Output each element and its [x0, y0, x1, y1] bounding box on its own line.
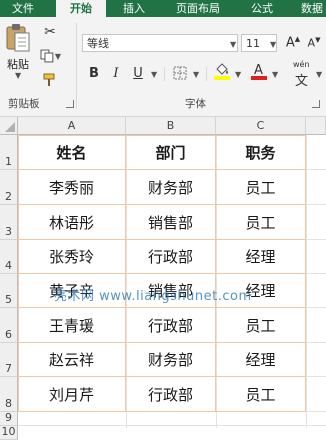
divider [164, 67, 165, 81]
tab-page-layout[interactable]: 页面布局 [166, 0, 230, 17]
column-header-c[interactable]: C [216, 117, 306, 135]
decrease-font-size-button[interactable]: A▼ [304, 34, 324, 52]
increase-font-size-button[interactable]: A▲ [283, 34, 303, 52]
font-color-button[interactable]: A [249, 62, 269, 80]
font-name-dropdown-icon[interactable]: ▼ [230, 40, 236, 49]
phonetic-dropdown-icon[interactable]: ▼ [316, 70, 322, 79]
table-cell[interactable]: 行政部 [126, 308, 216, 343]
table-cell[interactable]: 销售部 [126, 205, 216, 240]
row-header-8[interactable]: 8 [0, 377, 18, 412]
gridline [306, 135, 307, 428]
table-cell[interactable]: 行政部 [126, 240, 216, 274]
borders-dropdown-icon[interactable]: ▼ [193, 70, 199, 79]
italic-button[interactable]: I [106, 64, 126, 82]
borders-icon [173, 66, 187, 80]
paste-label: 粘贴 [7, 58, 29, 71]
underline-icon: U [133, 65, 143, 81]
table-cell[interactable]: 刘月芹 [18, 377, 126, 412]
header-cell[interactable]: 部门 [126, 135, 216, 170]
font-color-icon: A [251, 63, 267, 80]
row-header-1[interactable]: 1 [0, 135, 18, 170]
row-header-6[interactable]: 6 [0, 308, 18, 343]
phonetic-guide-icon: 文 [295, 74, 309, 89]
tab-formulas[interactable]: 公式 [240, 0, 284, 17]
table-cell[interactable]: 林语彤 [18, 205, 126, 240]
table-cell[interactable]: 员工 [216, 170, 306, 205]
worksheet-grid: A B C 1 2 3 4 5 6 7 8 9 10 姓名 部门 职务 李秀丽 财务部 员工 林语彤 销售部 员工 张秀玲行… [0, 117, 326, 440]
phonetic-guide-icon-label: wén [293, 60, 310, 69]
svg-text:A: A [254, 63, 263, 78]
ribbon-home-panel: 粘贴 ▼ ✂ ▼ 剪贴板 等线 ▼ 11 ▼ A▲ A▼ B I U ▼ ▼ ▼… [0, 17, 326, 117]
group-separator [76, 23, 77, 109]
gridline [18, 425, 326, 426]
row-header-5[interactable]: 5 [0, 274, 18, 308]
table-cell[interactable]: 赵云祥 [18, 343, 126, 377]
font-group-label: 字体 [185, 98, 206, 110]
clipboard-dialog-launcher[interactable] [66, 100, 74, 108]
increase-font-icon: A▲ [285, 35, 301, 51]
borders-button[interactable] [170, 64, 190, 82]
underline-dropdown-icon[interactable]: ▼ [151, 70, 157, 79]
paste-button[interactable]: 粘贴 ▼ [4, 23, 32, 83]
table-cell[interactable]: 王青瑗 [18, 308, 126, 343]
table-cell[interactable]: 财务部 [126, 343, 216, 377]
table-cell[interactable]: 经理 [216, 240, 306, 274]
table-cell[interactable]: 经理 [216, 343, 306, 377]
header-cell[interactable]: 职务 [216, 135, 306, 170]
font-color-dropdown-icon[interactable]: ▼ [272, 70, 278, 79]
column-header-filler [306, 117, 326, 135]
fill-color-dropdown-icon[interactable]: ▼ [235, 70, 241, 79]
table-cell[interactable]: 员工 [216, 377, 306, 412]
paste-icon [6, 24, 30, 52]
table-cell[interactable]: 行政部 [126, 377, 216, 412]
tab-insert[interactable]: 插入 [112, 0, 156, 17]
tab-home[interactable]: 开始 [56, 0, 106, 17]
underline-button[interactable]: U [128, 64, 148, 82]
table-cell[interactable]: 李秀丽 [18, 170, 126, 205]
table-cell[interactable]: 员工 [216, 205, 306, 240]
table-cell[interactable]: 财务部 [126, 170, 216, 205]
row-header-7[interactable]: 7 [0, 343, 18, 377]
ribbon-tab-bar: 文件 开始 插入 页面布局 公式 数据 [0, 0, 326, 17]
paste-dropdown-icon: ▼ [15, 71, 22, 80]
font-size-dropdown-icon[interactable]: ▼ [270, 40, 276, 49]
row-header-4[interactable]: 4 [0, 240, 18, 274]
italic-icon: I [113, 65, 119, 81]
decrease-font-icon: A▼ [307, 36, 321, 50]
select-all-corner[interactable] [0, 117, 18, 135]
font-name-box[interactable]: 等线 [82, 34, 238, 52]
copy-icon [40, 49, 54, 63]
column-header-a[interactable]: A [18, 117, 126, 135]
font-size-value: 11 [246, 37, 260, 50]
fill-bucket-icon [214, 63, 230, 80]
phonetic-guide-button[interactable]: wén 文 [290, 60, 316, 89]
fill-color-button[interactable] [212, 62, 232, 80]
tab-file[interactable]: 文件 [0, 0, 46, 17]
row-header-9[interactable]: 9 [0, 411, 18, 426]
divider [206, 67, 207, 81]
cut-button[interactable]: ✂ [40, 23, 60, 41]
select-all-triangle-icon [5, 122, 15, 132]
column-header-b[interactable]: B [126, 117, 216, 135]
format-painter-button[interactable] [40, 71, 60, 89]
format-painter-icon [43, 73, 55, 86]
clipboard-group-label: 剪贴板 [8, 98, 40, 110]
watermark-text: 亮术网 www.liangshunet.com [54, 289, 252, 304]
scissors-icon: ✂ [44, 24, 56, 40]
table-cell[interactable]: 张秀玲 [18, 240, 126, 274]
row-header-10[interactable]: 10 [0, 425, 18, 440]
font-dialog-launcher[interactable] [312, 100, 320, 108]
bold-button[interactable]: B [84, 64, 104, 82]
font-name-value: 等线 [87, 37, 109, 50]
row-header-3[interactable]: 3 [0, 205, 18, 240]
copy-button[interactable]: ▼ [40, 47, 61, 65]
tab-data[interactable]: 数据 [292, 0, 326, 17]
table-cell[interactable]: 员工 [216, 308, 306, 343]
header-cell[interactable]: 姓名 [18, 135, 126, 170]
row-header-2[interactable]: 2 [0, 170, 18, 205]
bold-icon: B [89, 65, 99, 81]
